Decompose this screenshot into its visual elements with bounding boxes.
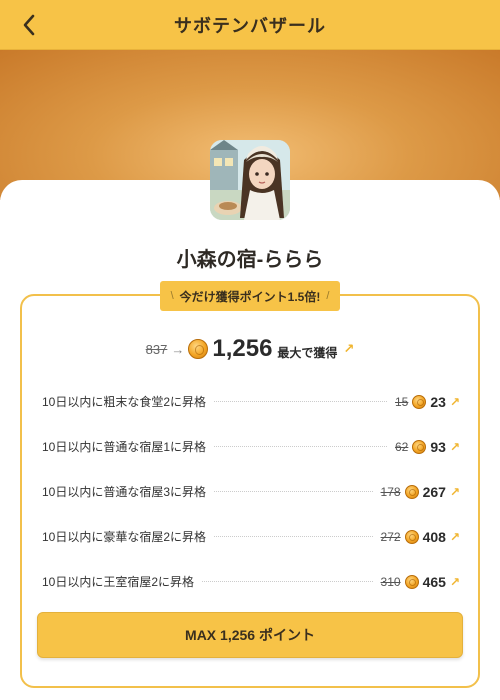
list-item: 10日以内に王室宿屋2に昇格 310 465 ↗ <box>42 559 460 604</box>
reward-list: 10日以内に粗末な食堂2に昇格 15 23 ↗ 10日以内に普通な宿屋1に昇格 … <box>42 379 460 604</box>
arrow-right-icon: → <box>171 341 185 357</box>
reward-old-points: 272 <box>380 529 401 544</box>
reward-label: 10日以内に豪華な宿屋2に昇格 <box>42 530 207 544</box>
bonus-ribbon: \ 今だけ獲得ポイント1.5倍! / <box>160 281 340 311</box>
reward-label: 10日以内に王室宿屋2に昇格 <box>42 575 195 589</box>
arrow-up-right-icon: ↗ <box>343 341 355 356</box>
dotted-divider <box>214 536 373 537</box>
arrow-up-right-icon: ↗ <box>449 439 460 454</box>
dotted-divider <box>214 491 373 492</box>
total-new-points: 1,256 <box>212 335 273 362</box>
reward-new-points: 465 <box>422 573 446 590</box>
reward-label: 10日以内に普通な宿屋3に昇格 <box>42 485 207 499</box>
reward-label: 10日以内に粗末な食堂2に昇格 <box>42 395 207 409</box>
ribbon-deco-left: \ <box>170 290 174 302</box>
reward-old-points: 310 <box>380 574 401 589</box>
list-item: 10日以内に粗末な食堂2に昇格 15 23 ↗ <box>42 379 460 424</box>
reward-new-points: 23 <box>430 393 446 410</box>
list-item: 10日以内に豪華な宿屋2に昇格 272 408 ↗ <box>42 514 460 559</box>
store-avatar <box>210 140 290 220</box>
arrow-up-right-icon: ↗ <box>449 394 460 409</box>
reward-label: 10日以内に普通な宿屋1に昇格 <box>42 440 207 454</box>
ribbon-deco-right: / <box>326 290 330 302</box>
reward-new-points: 267 <box>422 483 446 500</box>
coin-icon <box>188 339 209 359</box>
app-header: サボテンバザール <box>0 0 500 50</box>
total-suffix: 最大で獲得 <box>277 345 338 360</box>
dotted-divider <box>202 581 373 582</box>
arrow-up-right-icon: ↗ <box>449 529 460 544</box>
list-item: 10日以内に普通な宿屋1に昇格 62 93 ↗ <box>42 424 460 469</box>
character-illustration-image <box>210 140 290 220</box>
page-title: サボテンバザール <box>174 15 326 36</box>
coin-icon <box>412 439 427 454</box>
reward-old-points: 178 <box>380 484 401 499</box>
reward-new-points: 93 <box>430 438 446 455</box>
store-name: 小森の宿-ららら <box>176 249 324 271</box>
reward-old-points: 15 <box>395 394 409 409</box>
total-points: 837 → 1,256 最大で獲得 ↗ <box>0 333 500 365</box>
list-item: 10日以内に普通な宿屋3に昇格 178 267 ↗ <box>42 469 460 514</box>
arrow-up-right-icon: ↗ <box>449 484 460 499</box>
coin-icon <box>404 484 419 499</box>
coin-icon <box>404 529 419 544</box>
back-button[interactable] <box>14 10 44 40</box>
dotted-divider <box>214 401 387 402</box>
reward-old-points: 62 <box>395 439 409 454</box>
dotted-divider <box>214 446 387 447</box>
total-old-points: 837 <box>145 341 168 357</box>
reward-new-points: 408 <box>422 528 446 545</box>
coin-icon <box>404 574 419 589</box>
max-points-button[interactable]: MAX 1,256 ポイント <box>37 612 463 658</box>
coin-icon <box>412 394 427 409</box>
chevron-left-icon <box>23 14 35 36</box>
ribbon-text: 今だけ獲得ポイント1.5倍! <box>179 289 321 304</box>
arrow-up-right-icon: ↗ <box>449 574 460 589</box>
